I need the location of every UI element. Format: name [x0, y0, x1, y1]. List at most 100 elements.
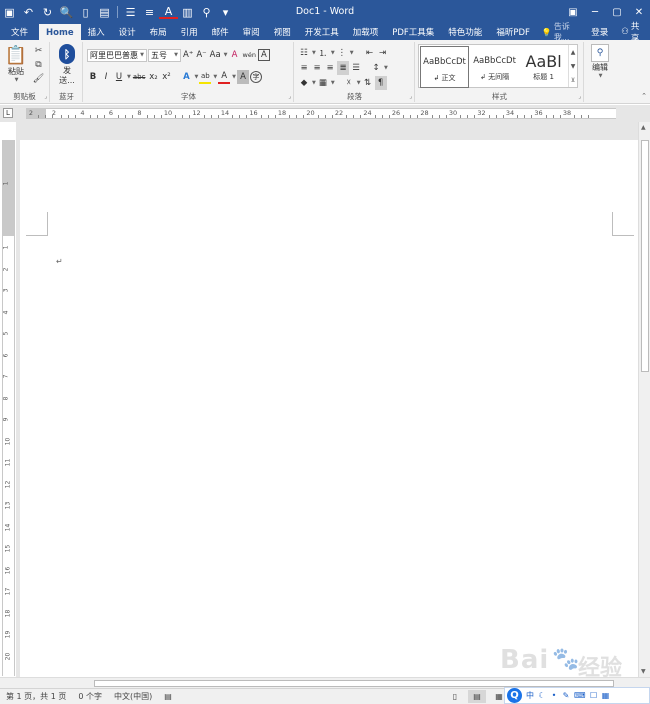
- horizontal-ruler[interactable]: 2 2 4 6 8 10 12 14 16 18 20 22 24 26 28 30 32 34 36 38: [0, 105, 650, 122]
- macro-record-icon[interactable]: ▤: [158, 692, 178, 701]
- subscript-button[interactable]: x₂: [147, 70, 159, 84]
- show-marks-icon[interactable]: ¶: [374, 76, 387, 90]
- shrink-font-icon[interactable]: A⁻: [195, 48, 207, 62]
- page-count[interactable]: 第 1 页，共 1 页: [0, 691, 72, 702]
- columns-icon[interactable]: ▥: [178, 2, 197, 22]
- justify-icon[interactable]: ≣: [337, 61, 349, 75]
- character-border-icon[interactable]: A: [257, 49, 270, 61]
- paragraph-mark[interactable]: ↵: [56, 257, 63, 266]
- clear-formatting-icon[interactable]: A: [229, 48, 241, 62]
- shading-icon[interactable]: ◆: [298, 76, 310, 90]
- bullets-icon[interactable]: ☷: [298, 46, 310, 60]
- multilevel-list-icon[interactable]: ⋮: [336, 46, 348, 60]
- tab-features[interactable]: 特色功能: [441, 24, 489, 40]
- tab-file[interactable]: 文件: [0, 24, 39, 40]
- align-center-icon[interactable]: ≡: [311, 61, 323, 75]
- save-icon[interactable]: ▣: [0, 2, 19, 22]
- editing-button[interactable]: ⚲ 编辑 ▼: [587, 44, 613, 79]
- scroll-down-icon[interactable]: ▼: [641, 668, 646, 675]
- restore-icon[interactable]: ▢: [606, 0, 628, 24]
- collapse-ribbon-icon[interactable]: ⌃: [641, 92, 647, 100]
- ime-logo-icon[interactable]: Q: [507, 688, 522, 703]
- bold-button[interactable]: B: [87, 70, 99, 84]
- share-button[interactable]: ⚇ 共享: [615, 22, 650, 44]
- tab-layout[interactable]: 布局: [143, 24, 174, 40]
- numbering-icon[interactable]: ⒈: [317, 46, 329, 60]
- scroll-up-icon[interactable]: ▲: [641, 124, 646, 131]
- font-name-combo[interactable]: 阿里巴巴普惠 ▼: [87, 48, 147, 62]
- tab-design[interactable]: 设计: [112, 24, 143, 40]
- character-shading-icon[interactable]: A: [237, 70, 250, 84]
- tab-mailings[interactable]: 邮件: [205, 24, 236, 40]
- tab-developer[interactable]: 开发工具: [298, 24, 346, 40]
- font-color-icon[interactable]: A: [159, 5, 178, 19]
- keyboard-icon[interactable]: ⌨: [574, 691, 586, 700]
- print-layout-icon[interactable]: ▤: [468, 690, 486, 703]
- text-effects-icon[interactable]: A: [180, 70, 192, 84]
- punctuation-icon[interactable]: •: [550, 691, 558, 700]
- line-spacing-icon[interactable]: ↕: [370, 61, 382, 75]
- undo-icon[interactable]: ↶: [19, 2, 38, 22]
- highlight-icon[interactable]: ab: [199, 70, 212, 84]
- underline-button[interactable]: U: [113, 70, 125, 84]
- word-count[interactable]: 0 个字: [72, 691, 108, 702]
- tab-view[interactable]: 视图: [267, 24, 298, 40]
- style-normal[interactable]: AaBbCcDt ↲ 正文: [420, 46, 470, 88]
- ime-mode[interactable]: 中: [526, 690, 534, 701]
- change-case-icon[interactable]: Aa: [209, 48, 222, 62]
- minimize-icon[interactable]: ─: [584, 0, 606, 24]
- sort-icon[interactable]: ⇅: [362, 76, 374, 90]
- superscript-button[interactable]: x²: [160, 70, 172, 84]
- scroll-thumb[interactable]: [94, 680, 614, 687]
- redo-icon[interactable]: ↻: [38, 2, 57, 22]
- style-heading-1[interactable]: AaBl 标题 1: [519, 45, 568, 87]
- customize-qat-icon[interactable]: ▾: [216, 2, 235, 22]
- style-no-spacing[interactable]: AaBbCcDt ↲ 无间隔: [470, 45, 519, 87]
- tab-home[interactable]: Home: [39, 24, 81, 41]
- align-left-icon[interactable]: ≡: [298, 61, 310, 75]
- paste-button[interactable]: 📋 粘贴 ▼: [4, 44, 28, 84]
- gallery-more-icon[interactable]: ⊻: [571, 77, 575, 84]
- copy-icon[interactable]: ⧉: [32, 58, 45, 71]
- enclose-characters-icon[interactable]: 字: [250, 71, 263, 83]
- vertical-ruler[interactable]: 1 1 2 3 4 5 6 7 8 9 10 11 12 13 14 15 16 17 18 19 20: [2, 140, 15, 676]
- document-page[interactable]: ↵: [20, 140, 638, 680]
- dialog-launcher-icon[interactable]: ⌟: [288, 93, 291, 100]
- language[interactable]: 中文(中国): [108, 691, 158, 702]
- grid-icon[interactable]: ▦: [602, 691, 610, 700]
- new-document-icon[interactable]: ▯: [76, 2, 95, 22]
- phonetic-guide-icon[interactable]: wén: [242, 48, 257, 62]
- scroll-thumb[interactable]: [641, 140, 649, 372]
- tab-references[interactable]: 引用: [174, 24, 205, 40]
- vertical-scrollbar[interactable]: ▲ ▼: [638, 122, 650, 677]
- find-icon[interactable]: ⚲: [197, 2, 216, 22]
- strikethrough-button[interactable]: abc: [132, 70, 147, 84]
- tab-review[interactable]: 审阅: [236, 24, 267, 40]
- moon-icon[interactable]: ☾: [538, 691, 546, 700]
- tab-pdf-tools[interactable]: PDF工具集: [385, 24, 441, 40]
- cut-icon[interactable]: ✂: [32, 44, 45, 57]
- dialog-launcher-icon[interactable]: ⌟: [578, 93, 581, 100]
- chevron-down-icon[interactable]: ▼: [571, 63, 576, 70]
- signin-link[interactable]: 登录: [584, 24, 615, 40]
- bluetooth-send-button[interactable]: ᛒ 发 送...: [55, 44, 79, 86]
- chevron-up-icon[interactable]: ▲: [571, 49, 576, 56]
- increase-indent-icon[interactable]: ⇥: [377, 46, 389, 60]
- tab-foxit-pdf[interactable]: 福昕PDF: [489, 24, 537, 40]
- format-painter-icon[interactable]: 🖌: [32, 72, 45, 85]
- decrease-indent-icon[interactable]: ⇤: [364, 46, 376, 60]
- distributed-icon[interactable]: ☰: [350, 61, 362, 75]
- dialog-launcher-icon[interactable]: ⌟: [409, 93, 412, 100]
- font-size-combo[interactable]: 五号 ▼: [148, 48, 181, 62]
- grow-font-icon[interactable]: A⁺: [182, 48, 194, 62]
- tab-addins[interactable]: 加载项: [346, 24, 386, 40]
- font-color-icon[interactable]: A: [218, 70, 231, 84]
- gallery-scroll[interactable]: ▲ ▼ ⊻: [568, 45, 577, 87]
- tab-selector[interactable]: L: [3, 108, 13, 118]
- italic-button[interactable]: I: [100, 70, 112, 84]
- chinese-layout-icon[interactable]: ☓: [343, 76, 355, 90]
- layout-icon[interactable]: ☰: [121, 2, 140, 22]
- wrench-icon[interactable]: ✎: [562, 691, 570, 700]
- dialog-launcher-icon[interactable]: ⌟: [44, 93, 47, 100]
- borders-icon[interactable]: ▦: [317, 76, 329, 90]
